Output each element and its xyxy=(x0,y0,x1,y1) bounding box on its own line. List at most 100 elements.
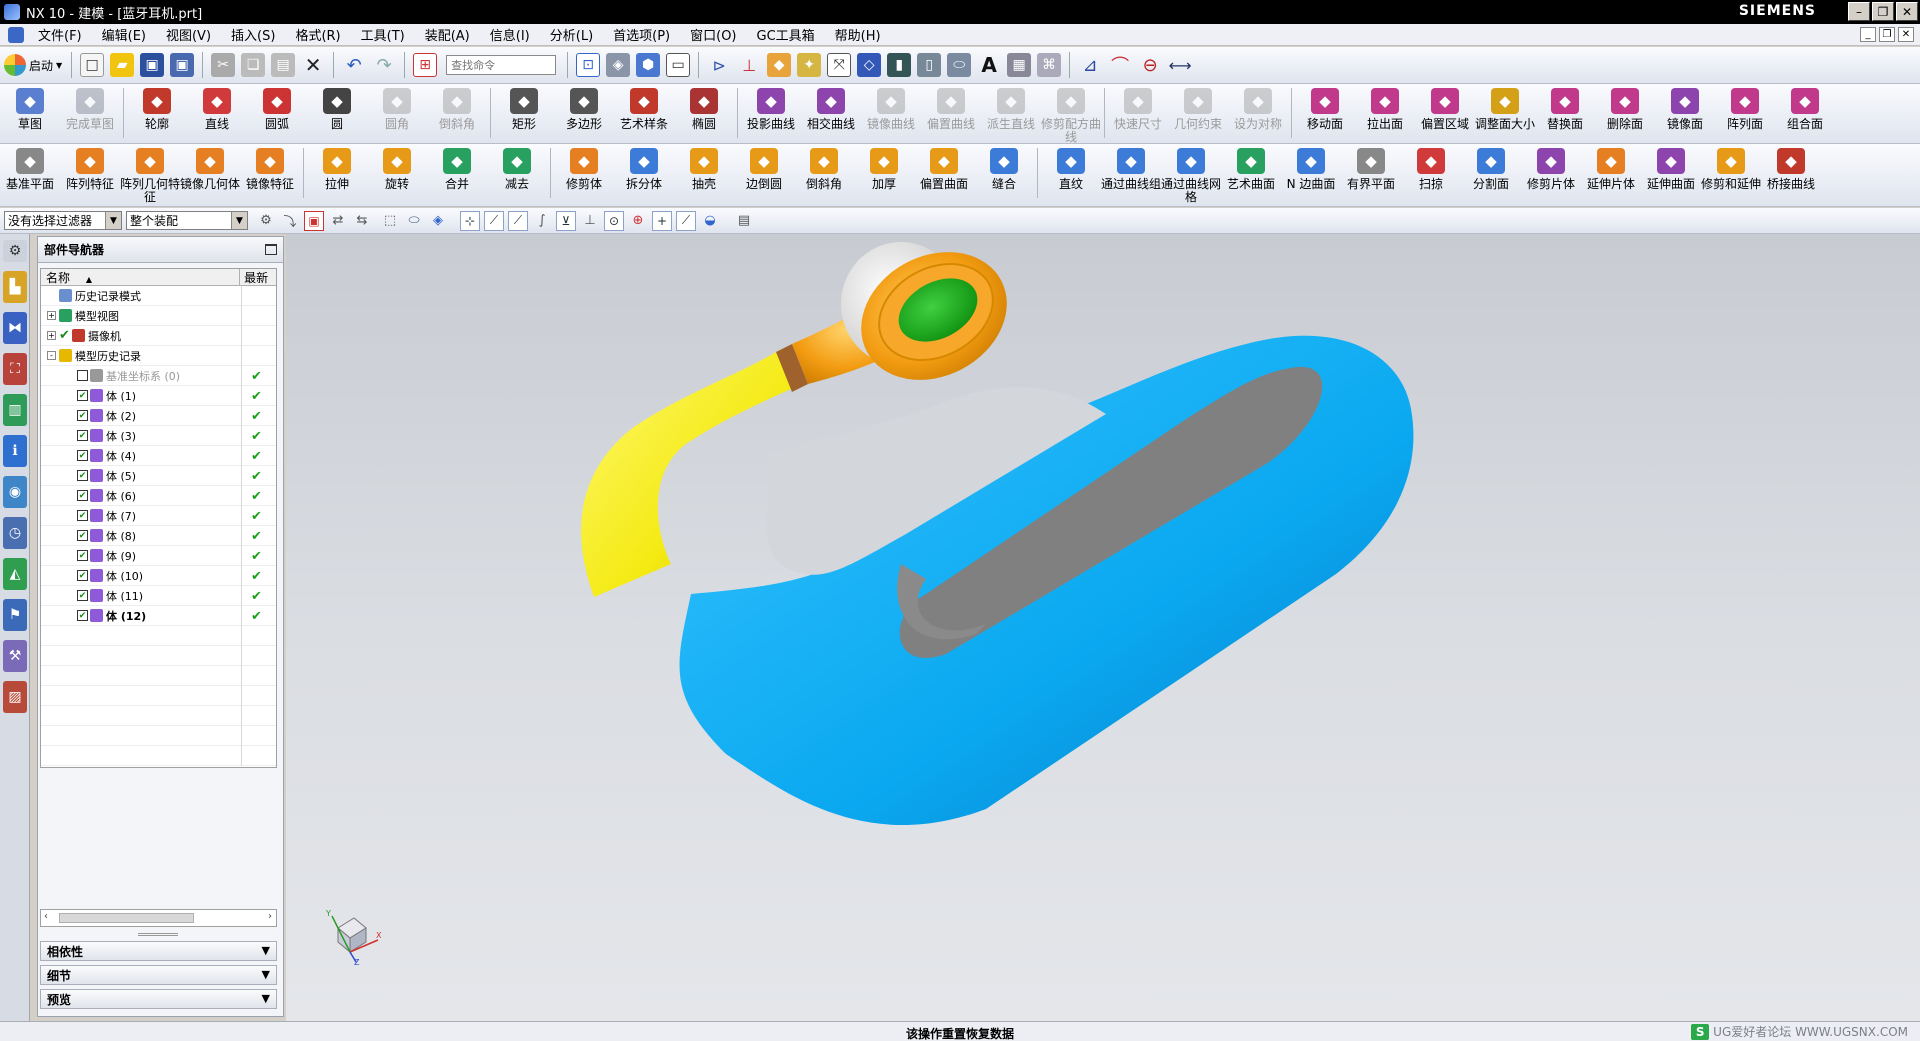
visibility-checkbox[interactable]: ✔ xyxy=(77,430,88,441)
role-icon[interactable]: ▨ xyxy=(3,681,27,713)
sketch-button[interactable]: ◆ 草图 xyxy=(0,84,60,131)
snap-curve-icon[interactable]: ∫ xyxy=(532,211,552,231)
menu-item[interactable]: 信息(I) xyxy=(480,25,540,44)
extrude-button[interactable]: ◆ 拉伸 xyxy=(307,144,367,191)
visibility-checkbox[interactable]: ✔ xyxy=(77,410,88,421)
part-navigator-icon[interactable]: ⛶ xyxy=(3,353,27,385)
snap-on-curve-icon[interactable]: ⟋ xyxy=(676,210,696,231)
menu-item[interactable]: 文件(F) xyxy=(28,25,92,44)
tree-node[interactable]: ✔ 体 (6) ✔ xyxy=(41,486,276,506)
cut-icon[interactable]: ✂ xyxy=(211,53,236,77)
undo-icon[interactable]: ↶ xyxy=(342,53,366,77)
subtract-button[interactable]: ◆ 减去 xyxy=(487,144,547,191)
visibility-checkbox[interactable]: ✔ xyxy=(77,470,88,481)
column-new-header[interactable]: 最新 xyxy=(240,269,276,285)
save-icon[interactable]: ▣ xyxy=(140,53,165,77)
bridge-curve-button[interactable]: ◆ 桥接曲线 xyxy=(1761,144,1821,191)
tree-node[interactable]: + ✔ 摄像机 xyxy=(41,326,276,346)
tree-node[interactable]: ✔ 体 (4) ✔ xyxy=(41,446,276,466)
section-icon[interactable]: ⬭ xyxy=(947,53,972,77)
offset-region-button[interactable]: ◆ 偏置区域 xyxy=(1415,84,1475,131)
dependencies-pane[interactable]: 相依性 ▼ xyxy=(40,941,277,961)
visibility-checkbox[interactable]: ✔ xyxy=(77,490,88,501)
snap-point-icon[interactable]: + xyxy=(652,210,672,231)
project-curve-button[interactable]: ◆ 投影曲线 xyxy=(741,84,801,131)
unite-button[interactable]: ◆ 合并 xyxy=(427,144,487,191)
tree-node[interactable]: ✔ 体 (3) ✔ xyxy=(41,426,276,446)
menu-item[interactable]: 视图(V) xyxy=(156,25,221,44)
symmetric-button[interactable]: ◆ 设为对称 xyxy=(1228,84,1288,131)
menu-item[interactable]: 工具(T) xyxy=(351,25,415,44)
line-button[interactable]: ◆ 直线 xyxy=(187,84,247,131)
measure-icon[interactable]: ◇ xyxy=(857,53,882,77)
fit-view-icon[interactable]: ⊡ xyxy=(576,53,601,77)
thicken-button[interactable]: ◆ 加厚 xyxy=(854,144,914,191)
fillet-button[interactable]: ◆ 圆角 xyxy=(367,84,427,131)
resize-face-button[interactable]: ◆ 调整面大小 xyxy=(1475,84,1535,131)
visibility-checkbox[interactable]: ✔ xyxy=(77,590,88,601)
doc-restore-button[interactable]: ❐ xyxy=(1879,27,1895,42)
menu-item[interactable]: 窗口(O) xyxy=(680,25,746,44)
scroll-thumb[interactable] xyxy=(59,913,194,923)
reset-filter-icon[interactable]: ⤵ xyxy=(280,211,300,231)
graphics-window[interactable]: Y X Z xyxy=(286,234,1920,1021)
headset-model[interactable] xyxy=(286,234,1920,1021)
trim-curve-button[interactable]: ◆ 修剪配方曲线 xyxy=(1041,84,1101,144)
profile-button[interactable]: ◆ 轮廓 xyxy=(127,84,187,131)
system-materials-icon[interactable]: ◭ xyxy=(3,558,27,590)
tree-node[interactable]: ✔ 体 (2) ✔ xyxy=(41,406,276,426)
details-pane[interactable]: 细节 ▼ xyxy=(40,965,277,985)
orient-view-icon[interactable]: ◈ xyxy=(606,53,631,77)
move-object-icon[interactable]: ⤧ xyxy=(827,53,852,77)
mirror-face-button[interactable]: ◆ 镜像面 xyxy=(1655,84,1715,131)
mirror-feature-button[interactable]: ◆ 镜像特征 xyxy=(240,144,300,191)
menu-item[interactable]: 插入(S) xyxy=(221,25,285,44)
constraint-navigator-icon[interactable]: ⧓ xyxy=(3,312,27,344)
snap-midpoint-icon[interactable]: ⟋ xyxy=(484,210,504,231)
wcs-icon[interactable]: ⊥ xyxy=(737,53,761,77)
analysis-icon[interactable]: ▮ xyxy=(887,53,912,77)
web-browser-icon[interactable]: ◉ xyxy=(3,476,27,508)
render-style-icon[interactable]: ⬢ xyxy=(636,53,661,77)
history-icon[interactable]: ◷ xyxy=(3,517,27,549)
body-select-icon[interactable]: ◈ xyxy=(428,211,448,231)
assembly-navigator-icon[interactable]: ▙ xyxy=(3,271,27,303)
restore-button[interactable]: ❐ xyxy=(1872,2,1894,21)
offset-curve-button[interactable]: ◆ 偏置曲线 xyxy=(921,84,981,131)
move-face-button[interactable]: ◆ 移动面 xyxy=(1295,84,1355,131)
pane-splitter[interactable] xyxy=(138,933,178,936)
deselect-icon[interactable]: ⇄ xyxy=(328,211,348,231)
spline-button[interactable]: ◆ 艺术样条 xyxy=(614,84,674,131)
tree-node[interactable]: ✔ 体 (5) ✔ xyxy=(41,466,276,486)
ellipse-button[interactable]: ◆ 椭圆 xyxy=(674,84,734,131)
menu-item[interactable]: 装配(A) xyxy=(415,25,480,44)
tree-horizontal-scrollbar[interactable]: ‹ › xyxy=(40,909,277,927)
extend-sheet-button[interactable]: ◆ 延伸片体 xyxy=(1581,144,1641,191)
reuse-library-icon[interactable]: ▥ xyxy=(3,394,27,426)
geometric-constraint-button[interactable]: ◆ 几何约束 xyxy=(1168,84,1228,131)
tree-node[interactable]: ✔ 体 (12) ✔ xyxy=(41,606,276,626)
minimize-button[interactable]: – xyxy=(1848,2,1870,21)
open-folder-icon[interactable]: ▰ xyxy=(110,53,135,77)
command-search-input[interactable] xyxy=(446,55,557,75)
trim-extend-button[interactable]: ◆ 修剪和延伸 xyxy=(1701,144,1761,191)
feature-select-icon[interactable]: ⬭ xyxy=(404,211,424,231)
expand-icon[interactable]: + xyxy=(47,331,56,340)
visibility-checkbox[interactable]: ✔ xyxy=(77,510,88,521)
tree-node[interactable]: ✔ 体 (1) ✔ xyxy=(41,386,276,406)
visibility-checkbox[interactable]: ✔ xyxy=(77,530,88,541)
doc-close-button[interactable]: ✕ xyxy=(1898,27,1914,42)
process-studio-icon[interactable]: ⚑ xyxy=(3,599,27,631)
expand-icon[interactable]: + xyxy=(47,311,56,320)
manufacturing-wizard-icon[interactable]: ⚒ xyxy=(3,640,27,672)
paste-icon[interactable]: ▤ xyxy=(271,53,296,77)
tree-node[interactable]: ✔ 体 (10) ✔ xyxy=(41,566,276,586)
trim-sheet-button[interactable]: ◆ 修剪片体 xyxy=(1521,144,1581,191)
menu-logo-icon[interactable] xyxy=(8,26,24,43)
visibility-checkbox[interactable]: ✔ xyxy=(59,328,70,343)
curve-mesh-button[interactable]: ◆ 通过曲线网格 xyxy=(1161,144,1221,204)
trim-body-button[interactable]: ◆ 修剪体 xyxy=(554,144,614,191)
layer-icon[interactable]: ◆ xyxy=(767,53,792,77)
visibility-checkbox[interactable]: ✔ xyxy=(77,450,88,461)
tree-node[interactable]: 基准坐标系 (0) ✔ xyxy=(41,366,276,386)
